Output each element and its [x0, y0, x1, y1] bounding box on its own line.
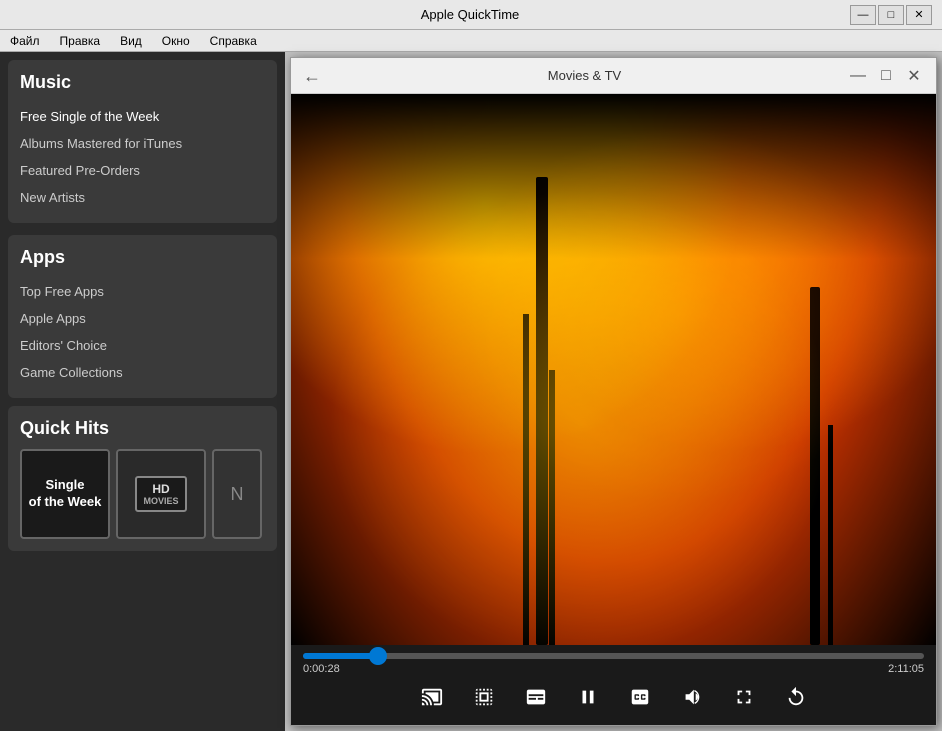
progress-bar[interactable] — [303, 653, 924, 659]
main-container: Music Free Single of the Week Albums Mas… — [0, 52, 942, 731]
progress-thumb[interactable] — [369, 647, 387, 665]
flame-overlay2 — [291, 94, 936, 645]
quick-hits-items: Single of the Week HD MOVIES — [20, 449, 265, 539]
menu-help[interactable]: Справка — [205, 32, 262, 50]
maximize-button[interactable]: □ — [878, 5, 904, 25]
sidebar-item-top-free[interactable]: Top Free Apps — [20, 278, 265, 305]
menu-window[interactable]: Окно — [157, 32, 195, 50]
movies-window: ← Movies & TV — □ ✕ — [290, 57, 937, 726]
sidebar-item-preorders[interactable]: Featured Pre-Orders — [20, 157, 265, 184]
single-week-text: Single of the Week — [29, 477, 102, 511]
music-section-title: Music — [20, 72, 265, 93]
music-section: Music Free Single of the Week Albums Mas… — [8, 60, 277, 223]
current-time: 0:00:28 — [303, 663, 340, 675]
menu-edit[interactable]: Правка — [55, 32, 106, 50]
progress-fill — [303, 653, 378, 659]
minimize-button[interactable]: — — [850, 5, 876, 25]
back-button[interactable]: ← — [303, 67, 321, 85]
chapters-button[interactable] — [468, 681, 500, 713]
quick-hit-single[interactable]: Single of the Week — [20, 449, 110, 539]
close-button[interactable]: ✕ — [906, 5, 932, 25]
quick-hits-section: Quick Hits Single of the Week HD — [8, 406, 277, 551]
replay-button[interactable] — [780, 681, 812, 713]
cast-icon — [421, 686, 443, 708]
controls-area: 0:00:28 2:11:05 — [291, 645, 936, 725]
chapters-icon — [473, 686, 495, 708]
volume-button[interactable] — [676, 681, 708, 713]
sidebar-item-game-collections[interactable]: Game Collections — [20, 359, 265, 386]
sidebar-item-albums[interactable]: Albums Mastered for iTunes — [20, 130, 265, 157]
sidebar-item-free-single[interactable]: Free Single of the Week — [20, 103, 265, 130]
menu-view[interactable]: Вид — [115, 32, 147, 50]
sidebar-item-apple-apps[interactable]: Apple Apps — [20, 305, 265, 332]
movies-maximize-button[interactable]: □ — [876, 66, 896, 86]
sidebar: Music Free Single of the Week Albums Mas… — [0, 52, 285, 731]
movies-minimize-button[interactable]: — — [848, 66, 868, 86]
cc-button[interactable] — [624, 681, 656, 713]
subtitles-button[interactable] — [520, 681, 552, 713]
video-scene — [291, 94, 936, 645]
playback-controls — [303, 681, 924, 713]
fullscreen-button[interactable] — [728, 681, 760, 713]
cc-icon — [629, 686, 651, 708]
movies-close-button[interactable]: ✕ — [904, 66, 924, 86]
movies-window-controls: — □ ✕ — [848, 66, 924, 86]
fullscreen-icon — [733, 686, 755, 708]
total-time: 2:11:05 — [888, 663, 924, 675]
progress-container: 0:00:28 2:11:05 — [303, 653, 924, 675]
time-row: 0:00:28 2:11:05 — [303, 663, 924, 675]
pause-icon — [577, 686, 599, 708]
hd-badge: HD MOVIES — [135, 476, 186, 512]
content-area: ← Movies & TV — □ ✕ — [285, 52, 942, 731]
cast-button[interactable] — [416, 681, 448, 713]
subtitles-icon — [525, 686, 547, 708]
quick-hit-partial[interactable]: N — [212, 449, 262, 539]
sidebar-item-new-artists[interactable]: New Artists — [20, 184, 265, 211]
volume-icon — [681, 686, 703, 708]
movies-title-bar: ← Movies & TV — □ ✕ — [291, 58, 936, 94]
apps-section: Apps Top Free Apps Apple Apps Editors' C… — [8, 235, 277, 398]
title-bar-controls: — □ ✕ — [850, 5, 932, 25]
quick-hit-hd[interactable]: HD MOVIES — [116, 449, 206, 539]
app-title: Apple QuickTime — [90, 7, 850, 22]
movies-window-title: Movies & TV — [331, 68, 838, 83]
replay-icon — [785, 686, 807, 708]
menu-file[interactable]: Файл — [5, 32, 45, 50]
apps-section-title: Apps — [20, 247, 265, 268]
menu-bar: Файл Правка Вид Окно Справка — [0, 30, 942, 52]
title-bar: Apple QuickTime — □ ✕ — [0, 0, 942, 30]
quick-hits-title: Quick Hits — [20, 418, 265, 439]
sidebar-item-editors-choice[interactable]: Editors' Choice — [20, 332, 265, 359]
pause-button[interactable] — [572, 681, 604, 713]
video-area — [291, 94, 936, 645]
